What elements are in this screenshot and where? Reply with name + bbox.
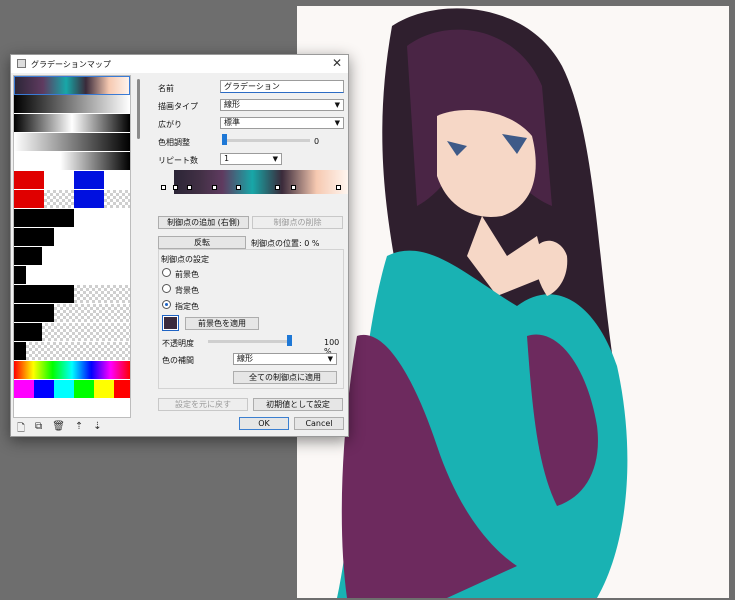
preset-item[interactable] — [14, 266, 130, 285]
opacity-slider-thumb[interactable] — [287, 335, 292, 346]
interp-select[interactable]: 線形 ▼ — [233, 353, 337, 365]
hue-label: 色相調整 — [158, 138, 190, 147]
ok-button[interactable]: OK — [239, 417, 289, 430]
radio-background[interactable] — [162, 284, 171, 293]
preset-item[interactable] — [14, 190, 130, 209]
export-icon[interactable]: ⇣ — [93, 421, 101, 438]
opacity-label: 不透明度 — [162, 339, 194, 348]
preset-item[interactable] — [14, 380, 130, 399]
gradient-stop[interactable] — [187, 185, 192, 190]
app-icon — [17, 59, 26, 68]
gradient-preset-list[interactable] — [13, 75, 131, 418]
preset-toolbar: 🗋 ⧉ 🗑 ⇡ ⇣ — [17, 421, 102, 438]
chevron-down-icon: ▼ — [334, 119, 340, 127]
chevron-down-icon: ▼ — [327, 355, 333, 363]
radio-background-label: 背景色 — [175, 286, 199, 295]
spread-value: 標準 — [224, 118, 240, 127]
opacity-slider[interactable] — [208, 340, 290, 343]
preset-item[interactable] — [14, 361, 130, 380]
draw-type-value: 線形 — [224, 100, 240, 109]
preset-item[interactable] — [14, 342, 130, 361]
apply-all-stops-button[interactable]: 全ての制御点に適用 — [233, 371, 337, 384]
preset-item[interactable] — [14, 95, 130, 114]
preset-item[interactable] — [14, 285, 130, 304]
chevron-down-icon: ▼ — [272, 155, 278, 163]
set-default-button[interactable]: 初期値として設定 — [253, 398, 343, 411]
add-stop-button[interactable]: 制御点の追加 (右側) — [158, 216, 249, 229]
duplicate-icon[interactable]: ⧉ — [35, 421, 42, 438]
new-icon[interactable]: 🗋 — [17, 421, 25, 438]
spread-select[interactable]: 標準 ▼ — [220, 117, 344, 129]
reset-settings-button[interactable]: 設定を元に戻す — [158, 398, 248, 411]
name-label: 名前 — [158, 84, 174, 93]
name-input[interactable]: グラデーション — [220, 80, 344, 93]
stop-position-label: 制御点の位置: 0 % — [251, 239, 320, 248]
radio-foreground[interactable] — [162, 268, 171, 277]
preset-scrollbar[interactable] — [137, 79, 140, 139]
close-icon[interactable]: ✕ — [332, 56, 342, 70]
custom-color-fill — [164, 317, 177, 329]
gradient-stop[interactable] — [173, 185, 178, 190]
repeat-label: リピート数 — [158, 156, 198, 165]
spread-label: 広がり — [158, 120, 182, 129]
radio-foreground-label: 前景色 — [175, 270, 199, 279]
preset-item[interactable] — [14, 323, 130, 342]
apply-fg-button[interactable]: 前景色を適用 — [185, 317, 259, 330]
hue-slider[interactable] — [222, 139, 310, 142]
hue-value: 0 — [314, 137, 320, 146]
gradient-editor-bar[interactable] — [174, 170, 348, 194]
repeat-value: 1 — [224, 154, 230, 163]
stop-settings-label: 制御点の設定 — [161, 255, 209, 264]
preset-item[interactable] — [14, 76, 130, 95]
cancel-button[interactable]: Cancel — [294, 417, 344, 430]
reverse-button[interactable]: 反転 — [158, 236, 246, 249]
preset-item[interactable] — [14, 209, 130, 228]
dialog-titlebar: グラデーションマップ ✕ — [11, 55, 348, 73]
preset-item[interactable] — [14, 133, 130, 152]
radio-custom-label: 指定色 — [175, 302, 199, 311]
hue-slider-thumb[interactable] — [222, 134, 227, 145]
canvas-artwork[interactable] — [297, 6, 729, 598]
draw-type-label: 描画タイプ — [158, 102, 198, 111]
preset-item[interactable] — [14, 228, 130, 247]
illustration-image — [337, 8, 628, 598]
preset-item[interactable] — [14, 304, 130, 323]
interp-label: 色の補間 — [162, 356, 194, 365]
radio-custom-color[interactable] — [162, 300, 171, 309]
delete-icon[interactable]: 🗑 — [52, 421, 65, 438]
preset-item[interactable] — [14, 247, 130, 266]
gradient-stop[interactable] — [275, 185, 280, 190]
interp-value: 線形 — [237, 354, 253, 363]
draw-type-select[interactable]: 線形 ▼ — [220, 99, 344, 111]
gradient-stop[interactable] — [212, 185, 217, 190]
gradient-stop[interactable] — [236, 185, 241, 190]
gradient-stop[interactable] — [336, 185, 341, 190]
dialog-title: グラデーションマップ — [31, 60, 111, 69]
import-icon[interactable]: ⇡ — [75, 421, 83, 438]
gradient-stop[interactable] — [161, 185, 166, 190]
chevron-down-icon: ▼ — [334, 101, 340, 109]
preset-item[interactable] — [14, 152, 130, 171]
gradient-stop[interactable] — [291, 185, 296, 190]
repeat-select[interactable]: 1 ▼ — [220, 153, 282, 165]
delete-stop-button[interactable]: 制御点の削除 — [252, 216, 343, 229]
preset-item[interactable] — [14, 171, 130, 190]
preset-item[interactable] — [14, 114, 130, 133]
custom-color-swatch[interactable] — [162, 315, 179, 331]
gradient-map-dialog: グラデーションマップ ✕ 🗋 ⧉ 🗑 ⇡ ⇣ 名前 グラデーション 描画タイプ … — [10, 54, 349, 437]
